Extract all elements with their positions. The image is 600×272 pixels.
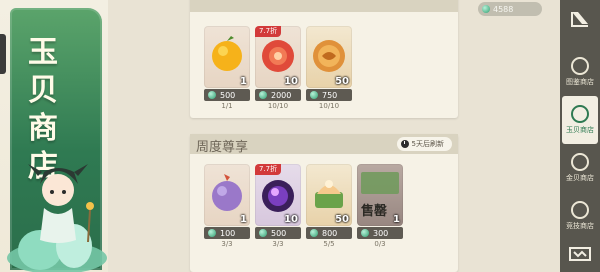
banner-title-char: 贝 [28,73,58,108]
item-card[interactable]: 1 [204,164,250,226]
discount-badge: 7.7折 [255,26,282,37]
gold-shop-icon [571,153,589,171]
item-stock: 1/1 [221,102,233,110]
item-price-value: 500 [271,228,287,238]
sidebar-item-label: 竞技商店 [566,222,594,230]
shop-sidebar: 图鉴商店 玉贝商店 金贝商店 竞技商店 [560,0,600,272]
item-qty: 1 [240,214,247,225]
item-qty: 10 [284,214,298,225]
shop-item[interactable]: 50 750 10/10 [306,26,352,110]
back-arrow-icon[interactable] [568,8,592,30]
discount-badge: 7.7折 [255,164,282,175]
panel-weekly: 周度尊享 5天后刷新 1 100 3/3 7.7折 10 500 3/3 50 … [190,134,458,272]
panel-title: 周度尊享 [196,140,249,155]
item-price-value: 800 [322,228,338,238]
item-price: 100 [204,227,250,239]
sidebar-item-label: 金贝商店 [566,174,594,182]
item-card[interactable]: 1 [204,26,250,88]
item-price-value: 100 [220,228,236,238]
item-price-value: 500 [220,90,236,100]
shop-banner: 玉 贝 商 店 [0,0,108,272]
shop-item[interactable]: 7.7折 10 500 3/3 [255,164,301,248]
jade-gem-icon [310,229,318,237]
clock-icon [400,140,409,148]
refresh-text: 5天后刷新 [411,140,444,148]
shop-item[interactable]: 1 100 3/3 [204,164,250,248]
currency-amount: 4588 [493,4,514,14]
banner-title-char: 玉 [28,35,58,70]
shop-item[interactable]: 50 800 5/5 [306,164,352,248]
refresh-timer: 5天后刷新 [396,137,452,151]
item-qty: 50 [335,214,349,225]
item-price-value: 300 [373,228,389,238]
item-stock: 0/3 [374,240,386,248]
item-price-value: 2000 [271,90,292,100]
mascot-character [7,164,107,272]
item-price: 800 [306,227,352,239]
jade-gem-icon [310,91,318,99]
jade-gem-icon [208,229,216,237]
bottom-ornament-icon [569,247,591,261]
item-qty: 50 [335,76,349,87]
item-price-value: 750 [322,90,338,100]
item-card[interactable]: 7.7折 10 [255,26,301,88]
shop-item[interactable]: 售罄 1 300 0/3 [357,164,403,248]
item-price: 500 [204,89,250,101]
jade-gem-icon [259,229,267,237]
shop-item[interactable]: 1 500 1/1 [204,26,250,110]
item-qty: 1 [240,76,247,87]
sidebar-item-label: 图鉴商店 [566,78,594,86]
item-card[interactable]: 50 [306,164,352,226]
item-stock: 10/10 [267,102,289,110]
shop-item[interactable]: 7.7折 10 2000 10/10 [255,26,301,110]
item-price: 300 [357,227,403,239]
sidebar-item-gold-shop[interactable]: 金贝商店 [562,144,598,192]
item-price: 2000 [255,89,301,101]
banner-title-char: 商 [28,111,58,146]
banner-tab [0,34,6,74]
panel-header [190,0,458,12]
jade-gem-icon [482,5,490,13]
item-card[interactable]: 50 [306,26,352,88]
item-price: 750 [306,89,352,101]
jade-shop-icon [571,105,589,123]
item-card[interactable]: 售罄 1 [357,164,403,226]
item-card[interactable]: 7.7折 10 [255,164,301,226]
item-stock: 5/5 [323,240,335,248]
sidebar-item-label: 玉贝商店 [566,126,594,134]
arena-shop-icon [571,201,589,219]
item-row: 1 100 3/3 7.7折 10 500 3/3 50 800 5/5 售罄 … [204,164,403,248]
sidebar-item-jade-shop[interactable]: 玉贝商店 [562,96,598,144]
sidebar-item-arena-shop[interactable]: 竞技商店 [562,192,598,240]
item-qty: 10 [284,76,298,87]
jade-gem-icon [361,229,369,237]
item-price: 500 [255,227,301,239]
catalog-shop-icon [571,57,589,75]
item-qty: 1 [393,214,400,225]
item-row: 1 500 1/1 7.7折 10 2000 10/10 50 750 10/1… [204,26,352,110]
jade-currency-display: 4588 [478,2,542,16]
panel-monthly: 1 500 1/1 7.7折 10 2000 10/10 50 750 10/1… [190,0,458,118]
jade-gem-icon [259,91,267,99]
sidebar-item-catalog-shop[interactable]: 图鉴商店 [562,48,598,96]
jade-gem-icon [208,91,216,99]
item-stock: 3/3 [272,240,284,248]
sold-out-label: 售罄 [361,204,388,219]
item-stock: 3/3 [221,240,233,248]
sold-item-icon [361,172,399,194]
item-stock: 10/10 [318,102,340,110]
